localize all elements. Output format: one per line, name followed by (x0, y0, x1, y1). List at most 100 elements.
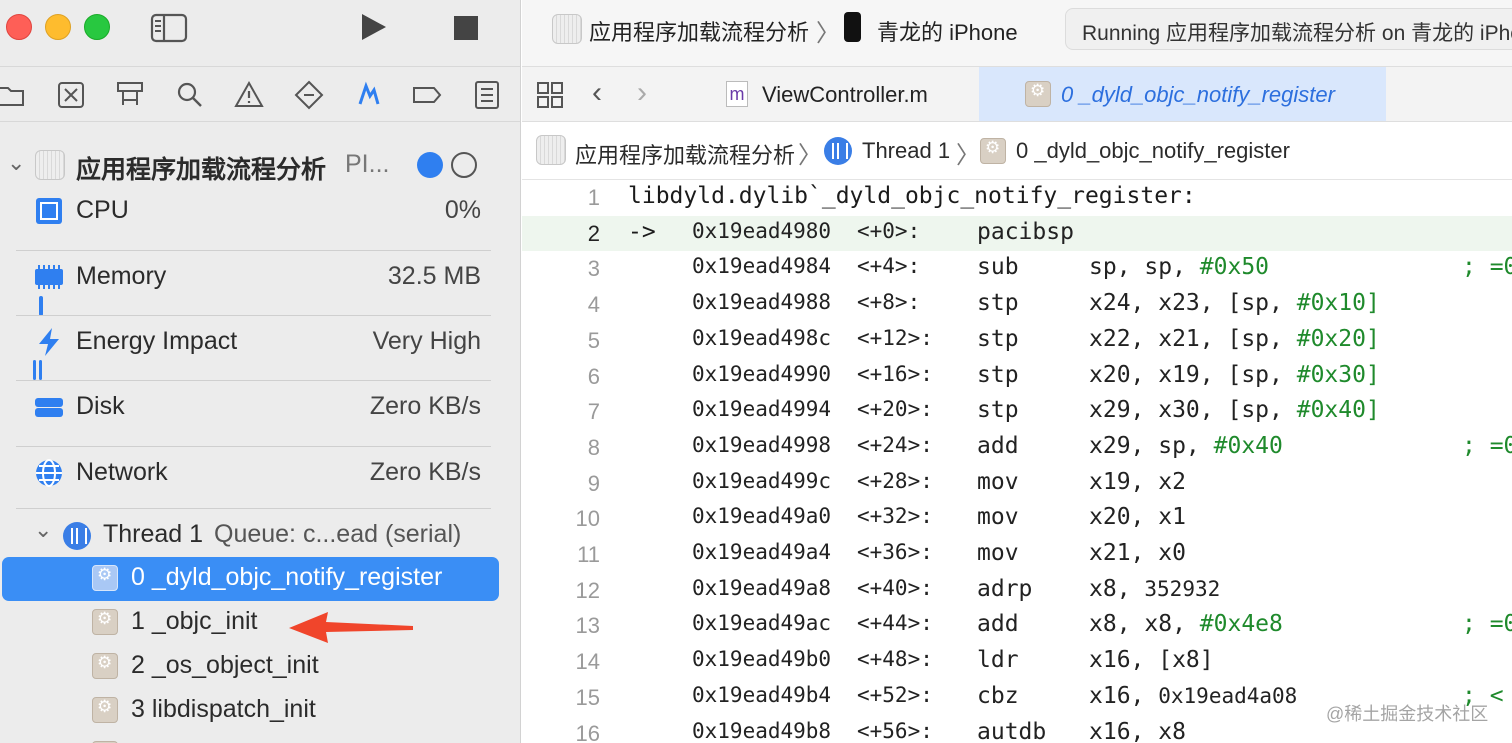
code-line: 3 0x19ead4984 <+4>: sub sp, sp, #0x50 ; =0 (522, 251, 1512, 287)
gauge-value: Very High (372, 327, 481, 355)
source-control-navigator-icon[interactable] (56, 80, 86, 110)
gauge-row-cpu[interactable]: CPU 0% (0, 196, 520, 228)
instruction-operands: x16, 0x19ead4a08 (1089, 682, 1298, 709)
tab-label: ViewController.m (762, 82, 928, 107)
gauge-value: Zero KB/s (369, 392, 481, 420)
breakpoint-navigator-icon[interactable] (412, 80, 442, 110)
energy-icon (39, 328, 59, 356)
gauge-row-disk[interactable]: Disk Zero KB/s (0, 392, 520, 424)
scheme-name[interactable]: 应用程序加载流程分析 (589, 15, 809, 47)
jump-bar-thread[interactable]: Thread 1 (862, 138, 950, 164)
instruction-address: 0x19ead499c (692, 468, 832, 493)
jump-bar-frame[interactable]: 0 _dyld_objc_notify_register (1016, 138, 1290, 164)
instruction-offset: <+48>: (857, 647, 933, 672)
stack-frame-row[interactable]: 2 _os_object_init (0, 645, 520, 689)
code-line: 6 0x19ead4990 <+16>: stp x20, x19, [sp, #0x3… (522, 359, 1512, 395)
instruction-offset: <+32>: (857, 504, 933, 529)
instruction-comment: ; =0 (1462, 611, 1512, 638)
run-icon[interactable] (358, 12, 388, 42)
chevron-right-icon: 〉 (816, 20, 840, 47)
sidebar-toggle-icon[interactable] (150, 12, 188, 44)
line-number: 12 (575, 577, 600, 603)
line-number: 10 (575, 506, 600, 532)
instruction-offset: <+28>: (857, 468, 933, 493)
line-number: 1 (587, 185, 600, 210)
zoom-window-button[interactable] (84, 14, 110, 40)
tab-viewcontroller[interactable]: m ViewController.m (718, 67, 978, 121)
current-instruction-line: 2 -> 0x19ead4980 <+0>: pacibsp (522, 215, 1512, 252)
thread-queue: Queue: c...ead (serial) (214, 520, 462, 548)
stack-frame-row[interactable]: 1 _objc_init (0, 601, 520, 645)
chevron-right-icon: 〉 (798, 142, 822, 169)
instruction-comment: ; =0 (1462, 432, 1512, 459)
instruction-address: 0x19ead4994 (692, 397, 832, 422)
minimize-window-button[interactable] (45, 14, 71, 40)
process-row[interactable]: ⌄ 应用程序加载流程分析 PI... (0, 150, 520, 184)
tab-disassembly[interactable]: 0 _dyld_objc_notify_register (979, 67, 1386, 121)
instruction-operands: x8, 352932 (1089, 575, 1221, 602)
instruction-operands: x16, x8 (1089, 718, 1186, 743)
instruction-offset: <+40>: (857, 575, 933, 600)
thread-icon (63, 522, 91, 550)
related-items-grid-icon[interactable] (536, 81, 564, 109)
instruction-offset: <+44>: (857, 611, 933, 636)
project-navigator-folder-icon[interactable] (0, 80, 26, 110)
pc-marker: -> (628, 218, 656, 245)
issue-navigator-warning-icon[interactable] (234, 80, 264, 110)
line-number: 2 (587, 220, 600, 246)
instruction-operands: x16, [x8] (1089, 647, 1214, 674)
line-number: 3 (587, 256, 600, 282)
thread-row[interactable]: ⌄ Thread 1 Queue: c...ead (serial) (0, 517, 520, 552)
gauge-row-memory[interactable]: Memory 32.5 MB (0, 262, 520, 294)
process-suffix: PI... (345, 150, 390, 178)
instruction-operands: x20, x1 (1089, 504, 1186, 531)
gauge-row-network[interactable]: Network Zero KB/s (0, 458, 520, 490)
line-number: 7 (587, 399, 600, 425)
stack-frame-row[interactable]: 0 _dyld_objc_notify_register (2, 557, 499, 601)
debug-navigator-icon[interactable] (354, 80, 384, 110)
stop-icon[interactable] (453, 15, 479, 41)
instruction-operands: x19, x2 (1089, 468, 1186, 495)
disclosure-chevron-down-icon[interactable]: ⌄ (7, 150, 25, 176)
iphone-icon (844, 12, 861, 42)
gauge-row-energy[interactable]: Energy Impact Very High (0, 327, 520, 359)
instruction-address: 0x19ead49a4 (692, 540, 832, 564)
report-navigator-icon[interactable] (472, 80, 502, 110)
thread-filter-icon[interactable] (451, 152, 477, 178)
stack-frame-label: 0 _dyld_objc_notify_register (131, 563, 443, 591)
instruction-offset: <+56>: (857, 718, 933, 743)
instruction-operands: x22, x21, [sp, #0x20] (1089, 325, 1380, 352)
disclosure-chevron-down-icon[interactable]: ⌄ (34, 517, 52, 543)
gauge-label: Disk (76, 392, 125, 420)
instruction-mnemonic: mov (977, 540, 1019, 566)
jump-bar-project[interactable]: 应用程序加载流程分析 (575, 138, 795, 170)
stack-frame-label: 1 _objc_init (131, 607, 258, 635)
instruction-mnemonic: add (977, 432, 1019, 459)
search-icon[interactable] (175, 80, 205, 110)
instruction-offset: <+16>: (857, 361, 933, 386)
stack-frame-row[interactable] (0, 733, 520, 743)
back-chevron-icon[interactable]: ‹ (592, 76, 602, 110)
instruction-mnemonic: stp (977, 361, 1019, 388)
line-number: 9 (587, 470, 600, 496)
forward-chevron-icon[interactable]: › (637, 76, 647, 110)
symbol-navigator-icon[interactable] (115, 80, 145, 110)
window-titlebar (0, 0, 520, 56)
line-number: 16 (575, 720, 600, 743)
code-line: 13 0x19ead49ac <+44>: add x8, x8, #0x4e8 ; =0 (522, 608, 1512, 644)
line-number: 5 (587, 327, 600, 353)
code-line: 10 0x19ead49a0 <+32>: mov x20, x1 (522, 501, 1512, 537)
stack-frame-row[interactable]: 3 libdispatch_init (0, 689, 520, 733)
line-number: 6 (587, 363, 600, 389)
close-window-button[interactable] (6, 14, 32, 40)
destination-device[interactable]: 青龙的 iPhone (877, 15, 1018, 47)
instruction-address: 0x19ead4998 (692, 432, 832, 457)
watermark: @稀土掘金技术社区 (1326, 704, 1489, 724)
instruction-operands: x20, x19, [sp, #0x30] (1089, 361, 1380, 388)
divider (16, 315, 491, 316)
memory-gauge-bar (39, 296, 43, 316)
editor-tab-bar: ‹ › m ViewController.m 0 _dyld_objc_noti… (522, 66, 1512, 122)
gauge-badge-icon[interactable] (417, 152, 443, 178)
test-navigator-diamond-icon[interactable] (294, 80, 324, 110)
divider (16, 446, 491, 447)
